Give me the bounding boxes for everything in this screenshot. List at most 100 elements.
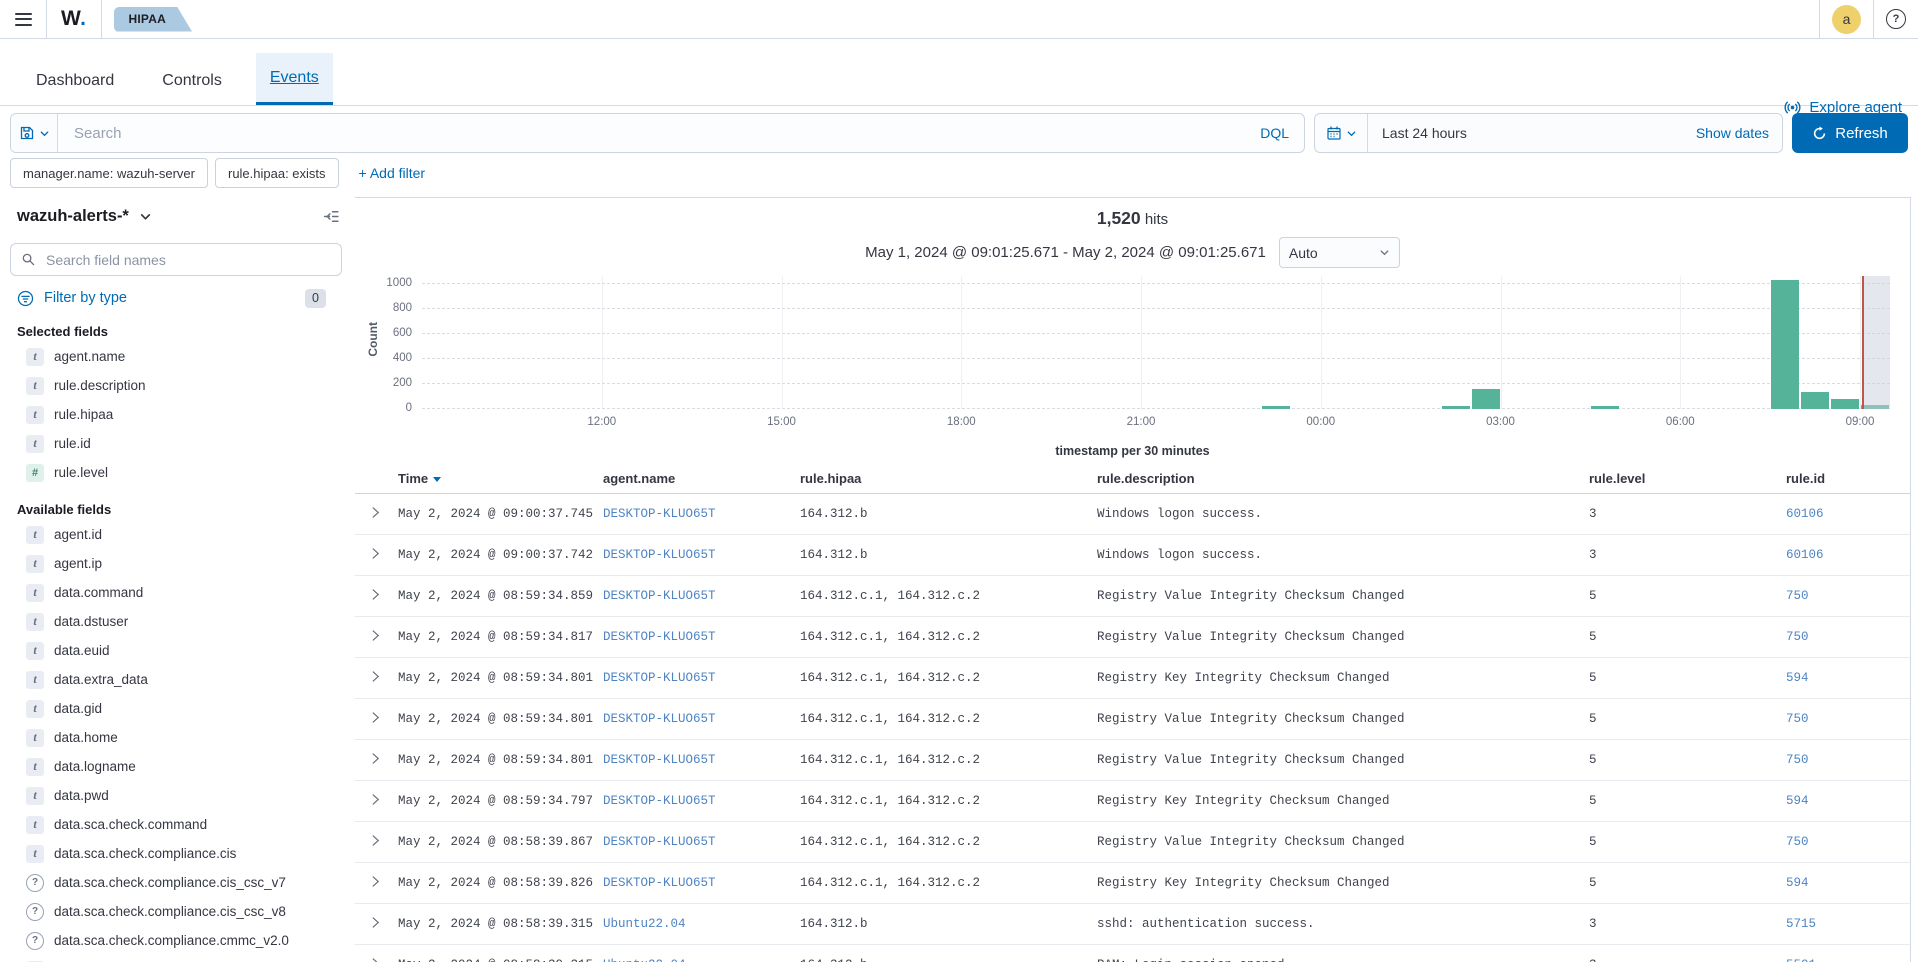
wazuh-logo[interactable]: W. (47, 7, 101, 31)
help-button[interactable]: ? (1874, 0, 1918, 38)
filter-by-type-link[interactable]: Filter by type (44, 290, 127, 306)
show-dates-link[interactable]: Show dates (1696, 114, 1782, 152)
field-name-label: rule.level (54, 465, 108, 480)
expand-row-icon[interactable] (370, 834, 381, 847)
field-item[interactable]: tagent.id (10, 520, 342, 549)
column-header-rule-id[interactable]: rule.id (1786, 471, 1911, 494)
rule-id-link[interactable]: 594 (1786, 794, 1809, 808)
histogram-bar[interactable] (1771, 280, 1799, 409)
date-quick-select-button[interactable] (1315, 114, 1368, 152)
histogram-bar[interactable] (1472, 389, 1500, 409)
add-filter-link[interactable]: + Add filter (359, 165, 426, 181)
chevron-down-icon[interactable] (139, 210, 152, 223)
field-item[interactable]: tdata.sca.check.compliance.hipaa (10, 955, 342, 962)
tab-events[interactable]: Events (256, 53, 333, 105)
histogram-bar[interactable] (1831, 399, 1859, 409)
time-range-value[interactable]: Last 24 hours (1368, 114, 1696, 152)
expand-row-icon[interactable] (370, 875, 381, 888)
field-item[interactable]: ?data.sca.check.compliance.cis_csc_v8 (10, 897, 342, 926)
expand-row-icon[interactable] (370, 547, 381, 560)
expand-row-icon[interactable] (370, 670, 381, 683)
histogram-bar[interactable] (1801, 392, 1829, 410)
field-item[interactable]: tagent.ip (10, 549, 342, 578)
field-item[interactable]: tdata.pwd (10, 781, 342, 810)
interval-select[interactable]: Auto (1279, 237, 1400, 268)
expand-row-icon[interactable] (370, 629, 381, 642)
text-type-badge: t (26, 729, 44, 747)
field-item[interactable]: #rule.level (10, 458, 342, 487)
agent-name-link[interactable]: DESKTOP-KLUO65T (603, 876, 716, 890)
expand-row-icon[interactable] (370, 588, 381, 601)
index-pattern-selector[interactable]: wazuh-alerts-* (10, 207, 129, 226)
histogram-bar[interactable] (1262, 406, 1290, 409)
rule-id-link[interactable]: 60106 (1786, 507, 1824, 521)
field-item[interactable]: tdata.logname (10, 752, 342, 781)
agent-name-link[interactable]: Ubuntu22.04 (603, 958, 686, 962)
agent-name-link[interactable]: DESKTOP-KLUO65T (603, 671, 716, 685)
saved-queries-button[interactable] (11, 114, 58, 152)
expand-row-icon[interactable] (370, 752, 381, 765)
field-item[interactable]: tdata.sca.check.compliance.cis (10, 839, 342, 868)
rule-id-link[interactable]: 5501 (1786, 958, 1816, 962)
field-item[interactable]: tdata.euid (10, 636, 342, 665)
field-item[interactable]: tdata.home (10, 723, 342, 752)
search-input[interactable] (58, 114, 1260, 152)
field-search-input[interactable] (44, 251, 331, 269)
tab-controls[interactable]: Controls (148, 56, 236, 105)
rule-id-link[interactable]: 5715 (1786, 917, 1816, 931)
column-header-rule-level[interactable]: rule.level (1589, 471, 1786, 494)
agent-name-link[interactable]: DESKTOP-KLUO65T (603, 712, 716, 726)
agent-name-link[interactable]: DESKTOP-KLUO65T (603, 589, 716, 603)
field-item[interactable]: ?data.sca.check.compliance.cmmc_v2.0 (10, 926, 342, 955)
rule-id-link[interactable]: 750 (1786, 753, 1809, 767)
filter-pill-manager-name[interactable]: manager.name: wazuh-server (10, 158, 208, 188)
agent-name-link[interactable]: Ubuntu22.04 (603, 917, 686, 931)
breadcrumb-hipaa-tab[interactable]: HIPAA (114, 7, 192, 32)
user-avatar[interactable]: a (1832, 5, 1861, 34)
rule-id-link[interactable]: 750 (1786, 589, 1809, 603)
field-item[interactable]: trule.hipaa (10, 400, 342, 429)
rule-id-link[interactable]: 594 (1786, 876, 1809, 890)
agent-name-link[interactable]: DESKTOP-KLUO65T (603, 835, 716, 849)
column-header-agent-name[interactable]: agent.name (603, 471, 800, 494)
agent-name-link[interactable]: DESKTOP-KLUO65T (603, 630, 716, 644)
rule-id-link[interactable]: 594 (1786, 671, 1809, 685)
agent-name-link[interactable]: DESKTOP-KLUO65T (603, 794, 716, 808)
rule-description-cell: Windows logon success. (1097, 494, 1589, 535)
expand-cell (355, 904, 398, 945)
expand-row-icon[interactable] (370, 793, 381, 806)
tab-dashboard[interactable]: Dashboard (22, 56, 128, 105)
field-item[interactable]: ?data.sca.check.compliance.cis_csc_v7 (10, 868, 342, 897)
field-item[interactable]: trule.description (10, 371, 342, 400)
field-item[interactable]: tdata.gid (10, 694, 342, 723)
field-item[interactable]: tdata.extra_data (10, 665, 342, 694)
column-header-rule-description[interactable]: rule.description (1097, 471, 1589, 494)
agent-name-link[interactable]: DESKTOP-KLUO65T (603, 507, 716, 521)
agent-name-link[interactable]: DESKTOP-KLUO65T (603, 548, 716, 562)
rule-hipaa-cell: 164.312.b (800, 945, 1097, 962)
query-language-button[interactable]: DQL (1260, 114, 1304, 152)
field-item[interactable]: tdata.dstuser (10, 607, 342, 636)
histogram-bar[interactable] (1442, 406, 1470, 409)
expand-row-icon[interactable] (370, 711, 381, 724)
column-header-rule-hipaa[interactable]: rule.hipaa (800, 471, 1097, 494)
field-item[interactable]: tdata.command (10, 578, 342, 607)
expand-row-icon[interactable] (370, 506, 381, 519)
field-item[interactable]: tagent.name (10, 342, 342, 371)
rule-id-link[interactable]: 750 (1786, 630, 1809, 644)
rule-id-link[interactable]: 750 (1786, 835, 1809, 849)
expand-row-icon[interactable] (370, 957, 381, 962)
refresh-button[interactable]: Refresh (1792, 113, 1908, 153)
rule-id-link[interactable]: 60106 (1786, 548, 1824, 562)
histogram-bar[interactable] (1591, 406, 1619, 409)
filter-pill-rule-hipaa[interactable]: rule.hipaa: exists (215, 158, 339, 188)
expand-row-icon[interactable] (370, 916, 381, 929)
column-header-time[interactable]: Time (398, 471, 603, 494)
field-item[interactable]: tdata.sca.check.command (10, 810, 342, 839)
rule-id-link[interactable]: 750 (1786, 712, 1809, 726)
menu-button[interactable] (0, 0, 46, 38)
collapse-fields-panel-icon[interactable] (323, 208, 340, 225)
agent-name-link[interactable]: DESKTOP-KLUO65T (603, 753, 716, 767)
rule-hipaa-cell: 164.312.c.1, 164.312.c.2 (800, 740, 1097, 781)
field-item[interactable]: trule.id (10, 429, 342, 458)
